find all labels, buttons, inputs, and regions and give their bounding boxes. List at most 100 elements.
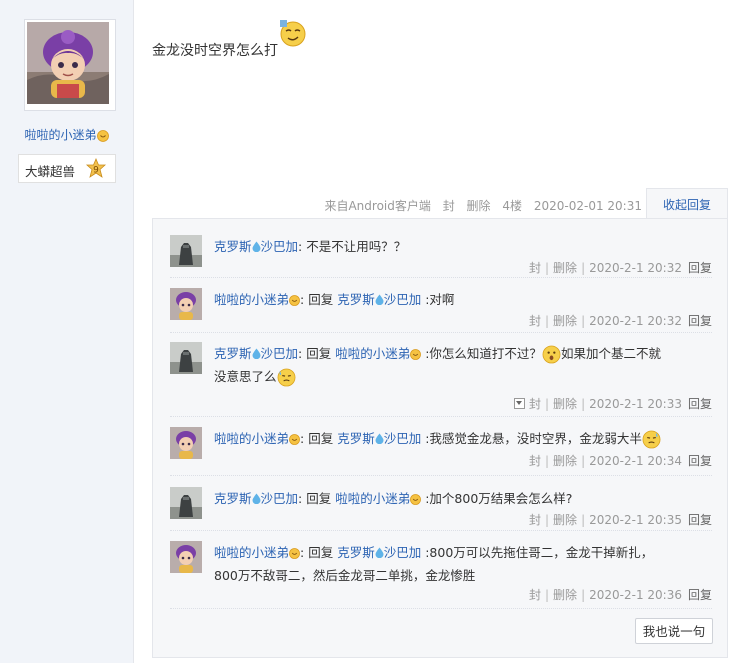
seal-link[interactable]: 封 bbox=[529, 454, 541, 468]
reply-link[interactable]: 回复 bbox=[688, 513, 712, 527]
reply-target-suffix[interactable]: 沙巴加 bbox=[384, 292, 422, 307]
comment-divider bbox=[170, 332, 712, 333]
comment-user[interactable]: 啦啦的小迷弟 bbox=[214, 431, 289, 446]
girl-avatar[interactable] bbox=[170, 427, 202, 459]
reply-target-suffix[interactable]: 沙巴加 bbox=[384, 431, 422, 446]
comment-divider bbox=[170, 475, 712, 476]
author-name-text[interactable]: 啦啦的小迷弟 bbox=[24, 128, 96, 142]
comment-user[interactable]: 啦啦的小迷弟 bbox=[214, 545, 289, 560]
comment-body: 啦啦的小迷弟: 回复 克罗斯 沙巴加 :对啊 bbox=[214, 292, 455, 307]
robot-avatar[interactable] bbox=[170, 342, 202, 374]
comment-body: 克罗斯 沙巴加: 不是不让用吗？？ bbox=[214, 235, 704, 258]
comment-text: :我感觉金龙悬，没时空界，金龙弱大半 bbox=[425, 431, 642, 446]
comment-text-line2: 800万不敌哥二，然后金龙哥二单挑，金龙惨胜 bbox=[214, 568, 476, 583]
author-sidebar: 啦啦的小迷弟 大蟒超兽 9 bbox=[0, 0, 134, 663]
comment-text-cont: 如果加个基二不就 bbox=[560, 346, 661, 361]
comment-meta: 封 | 删除 | 2020-2-1 20:36 回复 bbox=[528, 588, 712, 602]
comment-divider bbox=[170, 608, 712, 609]
author-name[interactable]: 啦啦的小迷弟 bbox=[0, 126, 133, 143]
comment-time: 2020-2-1 20:32 bbox=[589, 261, 682, 275]
smile-icon bbox=[96, 129, 109, 142]
seal-link[interactable]: 封 bbox=[529, 513, 541, 527]
level-star-icon: 9 bbox=[85, 158, 107, 178]
smile-icon bbox=[410, 494, 422, 505]
seal-link[interactable]: 封 bbox=[529, 397, 541, 411]
robot-avatar[interactable] bbox=[170, 487, 202, 519]
comment-text: :加个800万结果会怎么样? bbox=[425, 491, 573, 506]
level-badge[interactable]: 大蟒超兽 9 bbox=[18, 154, 116, 183]
reply-link[interactable]: 回复 bbox=[688, 397, 712, 411]
delete-link[interactable]: 删除 bbox=[553, 513, 577, 527]
author-avatar[interactable] bbox=[24, 19, 116, 111]
comment-user[interactable]: 啦啦的小迷弟 bbox=[214, 292, 289, 307]
comment-text: :对啊 bbox=[425, 292, 455, 307]
reply-target[interactable]: 啦啦的小迷弟 bbox=[335, 346, 410, 361]
collapse-replies-button[interactable]: 收起回复 bbox=[646, 188, 728, 219]
comment-text: :你怎么知道打不过？ bbox=[425, 346, 542, 361]
smile-icon bbox=[289, 434, 300, 445]
comment-divider bbox=[170, 530, 712, 531]
reply-link[interactable]: 回复 bbox=[688, 261, 712, 275]
comment-time: 2020-2-1 20:32 bbox=[589, 314, 682, 328]
reply-word: 回复 bbox=[306, 346, 332, 361]
delete-link[interactable]: 删除 bbox=[553, 454, 577, 468]
comment-meta: 封 | 删除 | 2020-2-1 20:33 回复 bbox=[513, 395, 712, 412]
comment-meta: 封 | 删除 | 2020-2-1 20:35 回复 bbox=[528, 513, 712, 527]
water-drop-icon bbox=[252, 348, 261, 359]
robot-avatar[interactable] bbox=[170, 235, 202, 267]
comment-user[interactable]: 克罗斯 bbox=[214, 491, 252, 506]
reply-link[interactable]: 回复 bbox=[688, 454, 712, 468]
comment-time: 2020-2-1 20:34 bbox=[589, 454, 682, 468]
comment-body: 啦啦的小迷弟: 回复 克罗斯 沙巴加 :800万可以先拖住哥二，金龙干掉新扎， 80… bbox=[214, 545, 654, 583]
badge-level-number: 9 bbox=[93, 166, 99, 176]
comment-time: 2020-2-1 20:33 bbox=[589, 397, 682, 411]
smug-face-icon bbox=[280, 20, 306, 47]
reply-word: 回复 bbox=[308, 545, 334, 560]
expand-toggle-icon[interactable] bbox=[513, 398, 525, 409]
comment-divider bbox=[170, 416, 712, 417]
comment-body: 克罗斯 沙巴加: 回复 啦啦的小迷弟 :加个800万结果会怎么样? bbox=[214, 491, 573, 506]
delete-link[interactable]: 删除 bbox=[553, 588, 577, 602]
water-drop-icon bbox=[375, 433, 384, 444]
post-text: 金龙没时空界怎么打 bbox=[152, 43, 278, 59]
post-content: 金龙没时空界怎么打 bbox=[152, 18, 308, 60]
comment-meta: 封 | 删除 | 2020-2-1 20:34 回复 bbox=[528, 454, 712, 468]
add-comment-button[interactable]: 我也说一句 bbox=[635, 618, 713, 644]
post-floor: 4楼 bbox=[502, 199, 523, 213]
reply-target[interactable]: 啦啦的小迷弟 bbox=[335, 491, 410, 506]
reply-target-suffix[interactable]: 沙巴加 bbox=[384, 545, 422, 560]
delete-post-link[interactable]: 删除 bbox=[467, 199, 491, 213]
water-drop-icon bbox=[252, 493, 261, 504]
comment-user-suffix[interactable]: 沙巴加 bbox=[261, 346, 299, 361]
sweat-face-icon bbox=[642, 430, 661, 449]
reply-target[interactable]: 克罗斯 bbox=[337, 431, 375, 446]
reply-word: 回复 bbox=[308, 292, 334, 307]
reply-target[interactable]: 克罗斯 bbox=[337, 545, 375, 560]
seal-post-link[interactable]: 封 bbox=[443, 199, 455, 213]
girl-avatar[interactable] bbox=[170, 541, 202, 573]
comment-user-suffix[interactable]: 沙巴加 bbox=[261, 239, 299, 254]
comment-user[interactable]: 克罗斯 bbox=[214, 346, 252, 361]
comment-user[interactable]: 克罗斯 bbox=[214, 239, 252, 254]
comment-body: 克罗斯 沙巴加: 回复 啦啦的小迷弟 :你怎么知道打不过？ 如果加个基二不就 没意思了… bbox=[214, 342, 704, 388]
comment-user-suffix[interactable]: 沙巴加 bbox=[261, 491, 299, 506]
comment-text: : 不是不让用吗？？ bbox=[298, 239, 407, 254]
water-drop-icon bbox=[375, 547, 384, 558]
comment-time: 2020-2-1 20:35 bbox=[589, 513, 682, 527]
smile-icon bbox=[410, 349, 422, 360]
delete-link[interactable]: 删除 bbox=[553, 314, 577, 328]
girl-avatar[interactable] bbox=[170, 288, 202, 320]
reply-link[interactable]: 回复 bbox=[688, 314, 712, 328]
comment-text: :800万可以先拖住哥二，金龙干掉新扎， bbox=[425, 545, 654, 560]
delete-link[interactable]: 删除 bbox=[553, 397, 577, 411]
comment-divider bbox=[170, 277, 712, 278]
seal-link[interactable]: 封 bbox=[529, 588, 541, 602]
post-tail: 来自Android客户端 封 删除 4楼 2020-02-01 20:31 bbox=[316, 197, 642, 214]
delete-link[interactable]: 删除 bbox=[553, 261, 577, 275]
comment-body: 啦啦的小迷弟: 回复 克罗斯 沙巴加 :我感觉金龙悬，没时空界，金龙弱大半 bbox=[214, 427, 704, 450]
seal-link[interactable]: 封 bbox=[529, 261, 541, 275]
reply-link[interactable]: 回复 bbox=[688, 588, 712, 602]
reply-target[interactable]: 克罗斯 bbox=[337, 292, 375, 307]
seal-link[interactable]: 封 bbox=[529, 314, 541, 328]
comment-text-line2: 没意思了么 bbox=[214, 369, 277, 384]
